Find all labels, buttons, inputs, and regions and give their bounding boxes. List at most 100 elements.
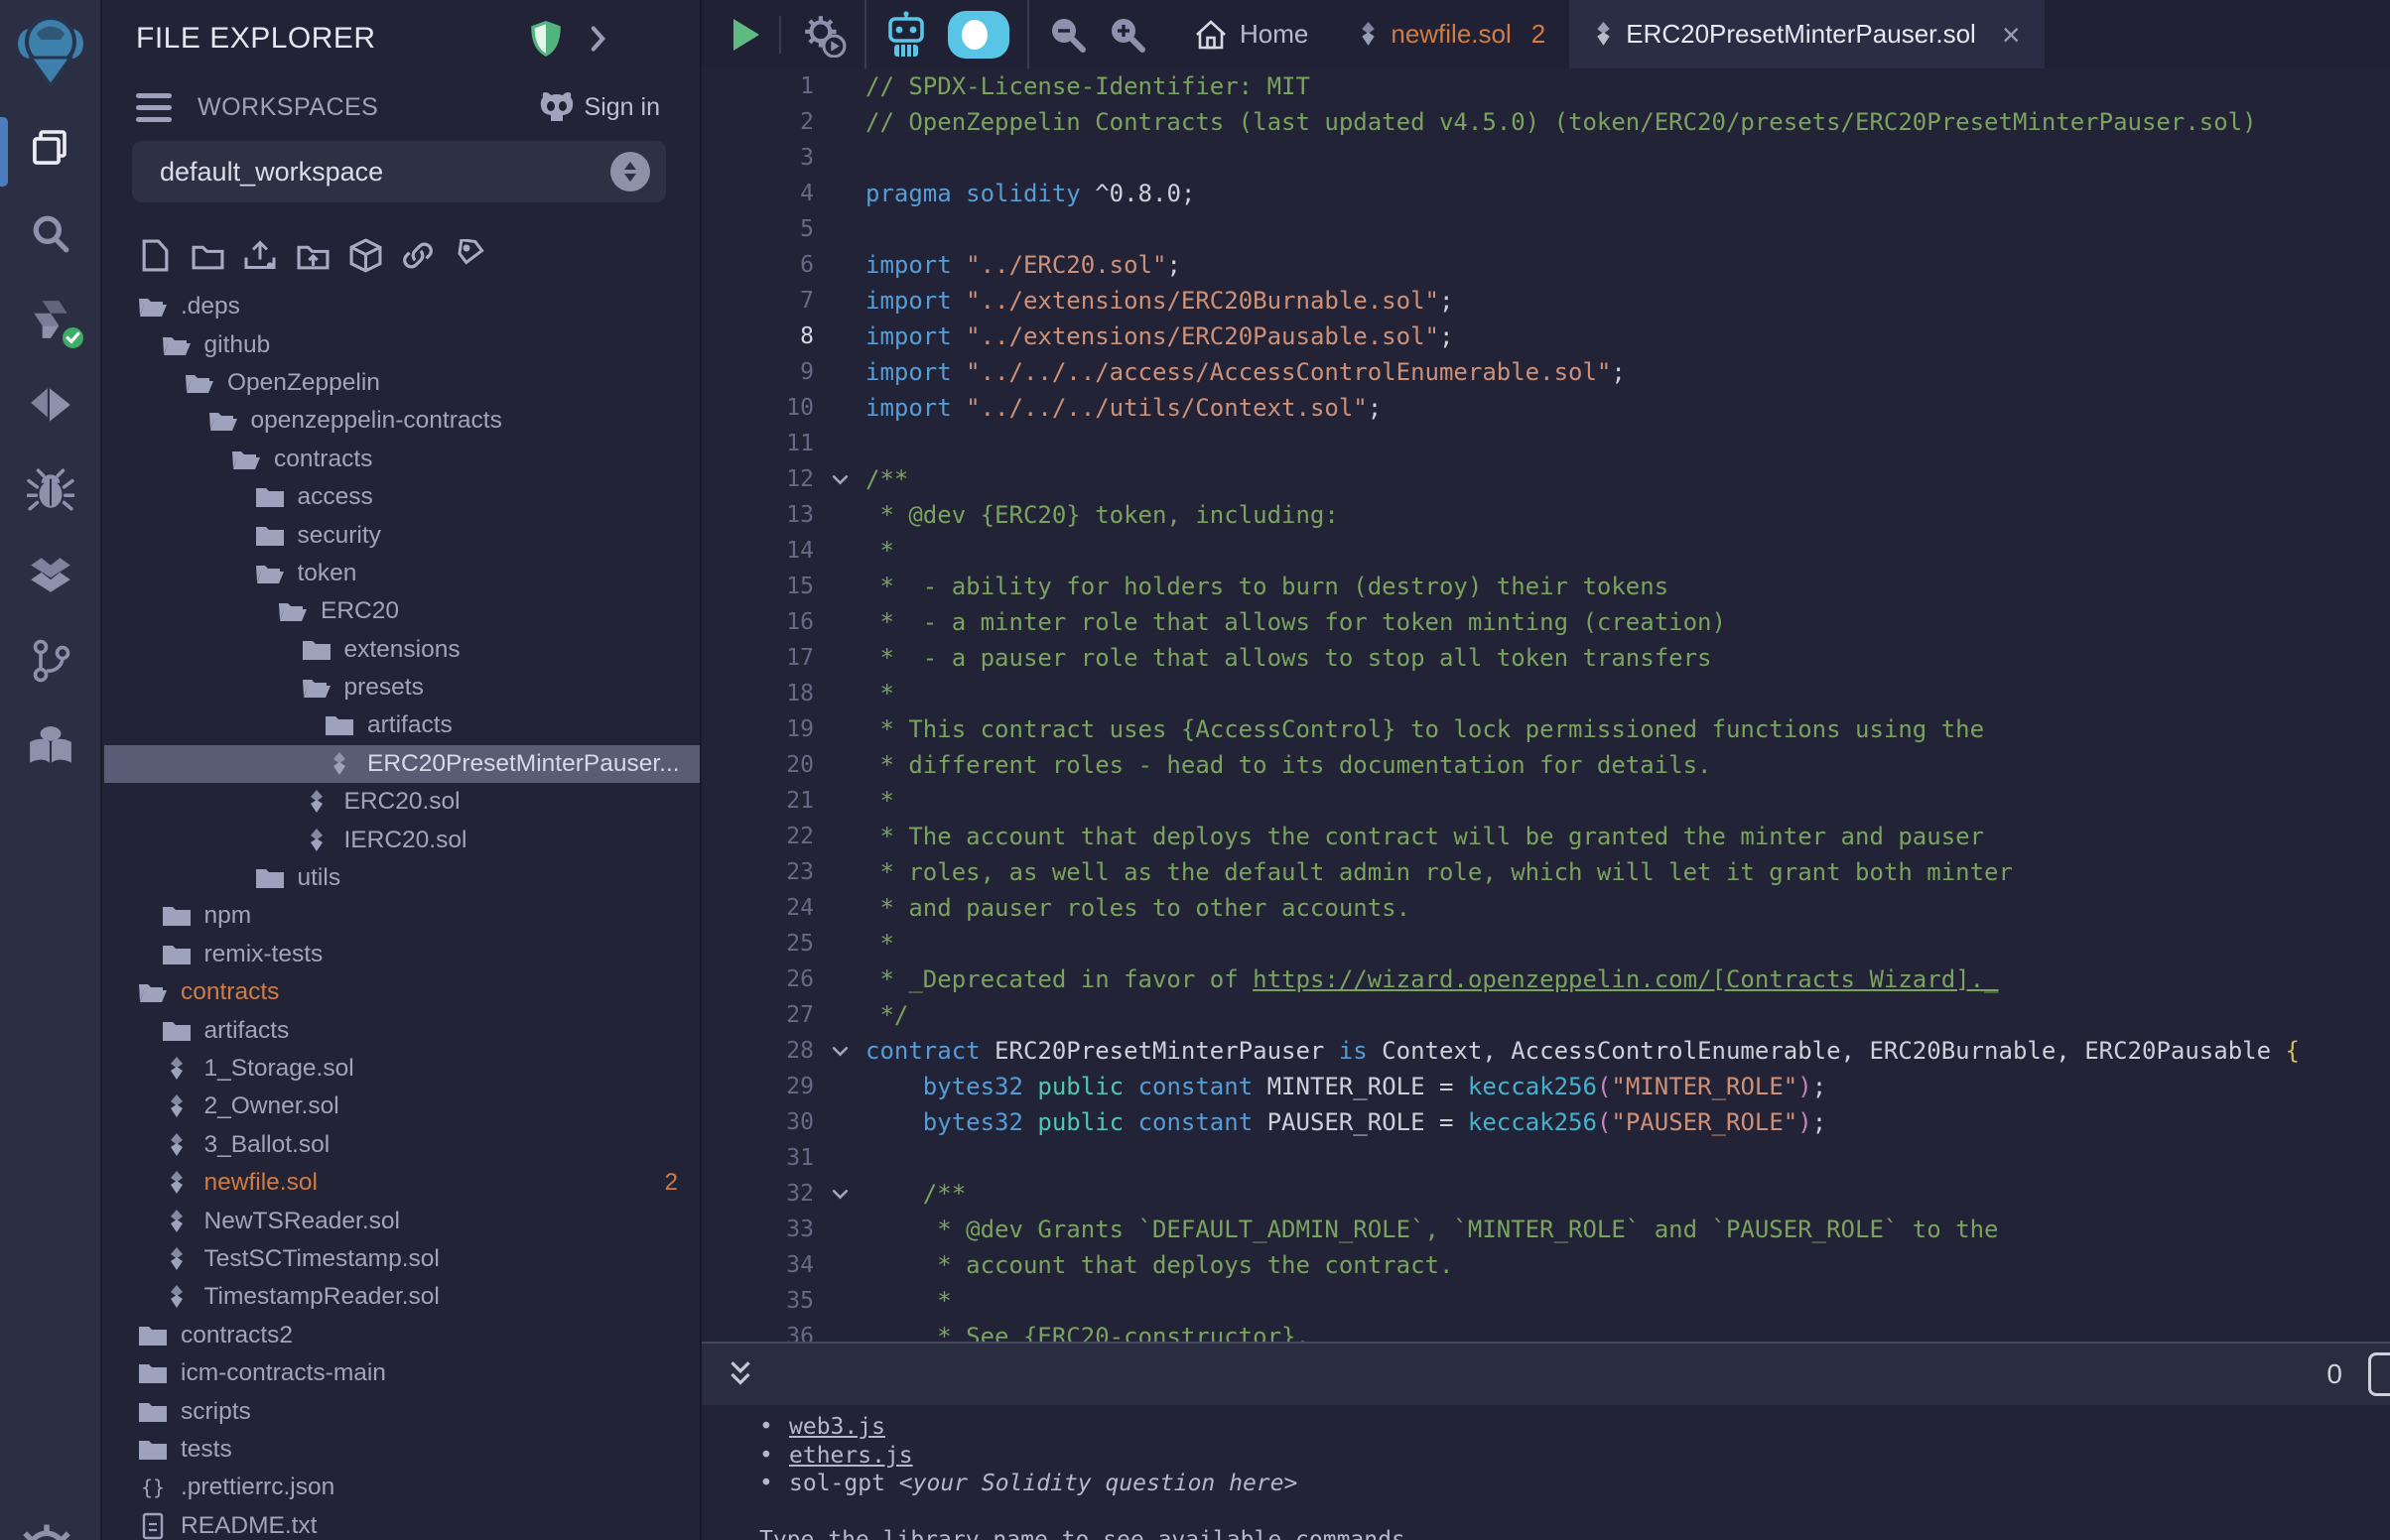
tree-row[interactable]: .deps bbox=[104, 288, 700, 325]
tree-row[interactable]: presets bbox=[104, 669, 700, 706]
zoom-in-icon[interactable] bbox=[1107, 15, 1146, 55]
code-line[interactable]: 9import "../../../access/AccessControlEn… bbox=[702, 354, 2390, 390]
upload-folder-icon[interactable] bbox=[296, 238, 330, 272]
workspace-select[interactable]: default_workspace bbox=[132, 141, 666, 202]
code-line[interactable]: 19 * This contract uses {AccessControl} … bbox=[702, 711, 2390, 747]
code-line[interactable]: 27 */ bbox=[702, 997, 2390, 1033]
tree-row[interactable]: ERC20.sol bbox=[104, 783, 700, 821]
code-line[interactable]: 32 /** bbox=[702, 1176, 2390, 1212]
code-line[interactable]: 18 * bbox=[702, 676, 2390, 711]
tree-row[interactable]: icm-contracts-main bbox=[104, 1354, 700, 1392]
code-line[interactable]: 26 * _Deprecated in favor of https://wiz… bbox=[702, 962, 2390, 997]
code-editor[interactable]: 1// SPDX-License-Identifier: MIT2// Open… bbox=[702, 68, 2390, 1342]
tree-row[interactable]: npm bbox=[104, 897, 700, 935]
code-line[interactable]: 28contract ERC20PresetMinterPauser is Co… bbox=[702, 1033, 2390, 1069]
code-line[interactable]: 16 * - a minter role that allows for tok… bbox=[702, 604, 2390, 640]
clone-repository-icon[interactable] bbox=[454, 238, 487, 272]
tree-row[interactable]: newfile.sol2 bbox=[104, 1164, 700, 1202]
run-script-button[interactable] bbox=[733, 19, 759, 51]
code-line[interactable]: 13 * @dev {ERC20} token, including: bbox=[702, 497, 2390, 533]
file-explorer-icon[interactable] bbox=[23, 123, 78, 175]
tree-row[interactable]: scripts bbox=[104, 1392, 700, 1430]
tree-row[interactable]: README.txt bbox=[104, 1507, 700, 1540]
tree-row[interactable]: artifacts bbox=[104, 1011, 700, 1049]
zoom-out-icon[interactable] bbox=[1047, 15, 1087, 55]
new-folder-icon[interactable] bbox=[191, 238, 224, 272]
code-line[interactable]: 10import "../../../utils/Context.sol"; bbox=[702, 390, 2390, 426]
code-line[interactable]: 23 * roles, as well as the default admin… bbox=[702, 854, 2390, 890]
tab-newfile[interactable]: newfile.sol 2 bbox=[1334, 0, 1569, 68]
tree-row[interactable]: contracts bbox=[104, 973, 700, 1011]
git-icon[interactable] bbox=[23, 635, 78, 687]
tree-row[interactable]: {}.prettierrc.json bbox=[104, 1469, 700, 1506]
tree-row[interactable]: security bbox=[104, 516, 700, 554]
code-line[interactable]: 12/** bbox=[702, 461, 2390, 497]
tab-erc20presetminterpauser[interactable]: ERC20PresetMinterPauser.sol × bbox=[1569, 0, 2044, 68]
collapse-panel-chevron-icon[interactable] bbox=[590, 25, 606, 53]
terminal-search-box[interactable] bbox=[2368, 1352, 2390, 1396]
code-line[interactable]: 21 * bbox=[702, 783, 2390, 819]
search-icon[interactable] bbox=[23, 208, 78, 260]
remix-logo-icon[interactable] bbox=[17, 12, 84, 87]
code-line[interactable]: 31 bbox=[702, 1140, 2390, 1176]
new-file-icon[interactable] bbox=[138, 238, 172, 272]
tree-row[interactable]: artifacts bbox=[104, 706, 700, 744]
tree-row[interactable]: TimestampReader.sol bbox=[104, 1278, 700, 1316]
settings-icon[interactable] bbox=[14, 1518, 79, 1540]
tree-row[interactable]: 2_Owner.sol bbox=[104, 1088, 700, 1125]
library-link[interactable]: web3.js bbox=[789, 1414, 885, 1440]
code-line[interactable]: 24 * and pauser roles to other accounts. bbox=[702, 890, 2390, 926]
tree-row[interactable]: TestSCTimestamp.sol bbox=[104, 1240, 700, 1278]
tree-row[interactable]: utils bbox=[104, 859, 700, 897]
tree-row[interactable]: token bbox=[104, 555, 700, 592]
code-line[interactable]: 30 bytes32 public constant PAUSER_ROLE =… bbox=[702, 1104, 2390, 1140]
code-line[interactable]: 20 * different roles - head to its docum… bbox=[702, 747, 2390, 783]
terminal-header[interactable]: 0 bbox=[702, 1344, 2390, 1405]
import-from-ipfs-icon[interactable] bbox=[348, 238, 382, 272]
deploy-and-run-icon[interactable] bbox=[23, 379, 78, 431]
solidity-compiler-icon[interactable] bbox=[23, 294, 78, 345]
tree-row[interactable]: access bbox=[104, 478, 700, 516]
code-line[interactable]: 17 * - a pauser role that allows to stop… bbox=[702, 640, 2390, 676]
code-line[interactable]: 33 * @dev Grants `DEFAULT_ADMIN_ROLE`, `… bbox=[702, 1212, 2390, 1247]
tree-row[interactable]: NewTSReader.sol bbox=[104, 1202, 700, 1239]
tree-row[interactable]: ERC20PresetMinterPauser... bbox=[104, 745, 700, 783]
tree-row[interactable]: contracts2 bbox=[104, 1317, 700, 1354]
code-line[interactable]: 29 bytes32 public constant MINTER_ROLE =… bbox=[702, 1069, 2390, 1104]
tree-row[interactable]: IERC20.sol bbox=[104, 821, 700, 858]
code-line[interactable]: 36 * See {ERC20-constructor}. bbox=[702, 1319, 2390, 1342]
tree-row[interactable]: ERC20 bbox=[104, 592, 700, 630]
library-link[interactable]: ethers.js bbox=[789, 1443, 913, 1469]
tab-home[interactable]: Home bbox=[1164, 0, 1334, 68]
tree-row[interactable]: extensions bbox=[104, 631, 700, 669]
code-line[interactable]: 15 * - ability for holders to burn (dest… bbox=[702, 569, 2390, 604]
ai-copilot-robot-icon[interactable] bbox=[884, 11, 928, 59]
compile-and-run-icon[interactable] bbox=[801, 12, 847, 58]
code-line[interactable]: 4pragma solidity ^0.8.0; bbox=[702, 176, 2390, 211]
upload-file-icon[interactable] bbox=[243, 238, 277, 272]
tree-row[interactable]: openzeppelin-contracts bbox=[104, 402, 700, 440]
expand-terminal-icon[interactable] bbox=[728, 1358, 753, 1390]
plugin-manager-icon[interactable] bbox=[23, 720, 78, 772]
import-from-url-icon[interactable] bbox=[401, 238, 435, 272]
tree-row[interactable]: github bbox=[104, 325, 700, 363]
code-line[interactable]: 2// OpenZeppelin Contracts (last updated… bbox=[702, 104, 2390, 140]
code-line[interactable]: 3 bbox=[702, 140, 2390, 176]
debugger-icon[interactable] bbox=[23, 464, 78, 516]
code-line[interactable]: 25 * bbox=[702, 926, 2390, 962]
code-line[interactable]: 5 bbox=[702, 211, 2390, 247]
fold-chevron-icon[interactable] bbox=[814, 1046, 865, 1057]
github-sign-in-button[interactable]: Sign in bbox=[539, 91, 660, 123]
fold-chevron-icon[interactable] bbox=[814, 1189, 865, 1200]
code-line[interactable]: 35 * bbox=[702, 1283, 2390, 1319]
ai-copilot-toggle[interactable] bbox=[948, 11, 1009, 59]
code-line[interactable]: 22 * The account that deploys the contra… bbox=[702, 819, 2390, 854]
code-line[interactable]: 7import "../extensions/ERC20Burnable.sol… bbox=[702, 283, 2390, 319]
tree-row[interactable]: 3_Ballot.sol bbox=[104, 1126, 700, 1164]
close-tab-icon[interactable]: × bbox=[2002, 19, 2021, 51]
code-line[interactable]: 34 * account that deploys the contract. bbox=[702, 1247, 2390, 1283]
workspaces-menu-icon[interactable] bbox=[136, 93, 172, 122]
unit-testing-icon[interactable] bbox=[23, 550, 78, 601]
code-line[interactable]: 14 * bbox=[702, 533, 2390, 569]
tree-row[interactable]: OpenZeppelin bbox=[104, 364, 700, 402]
